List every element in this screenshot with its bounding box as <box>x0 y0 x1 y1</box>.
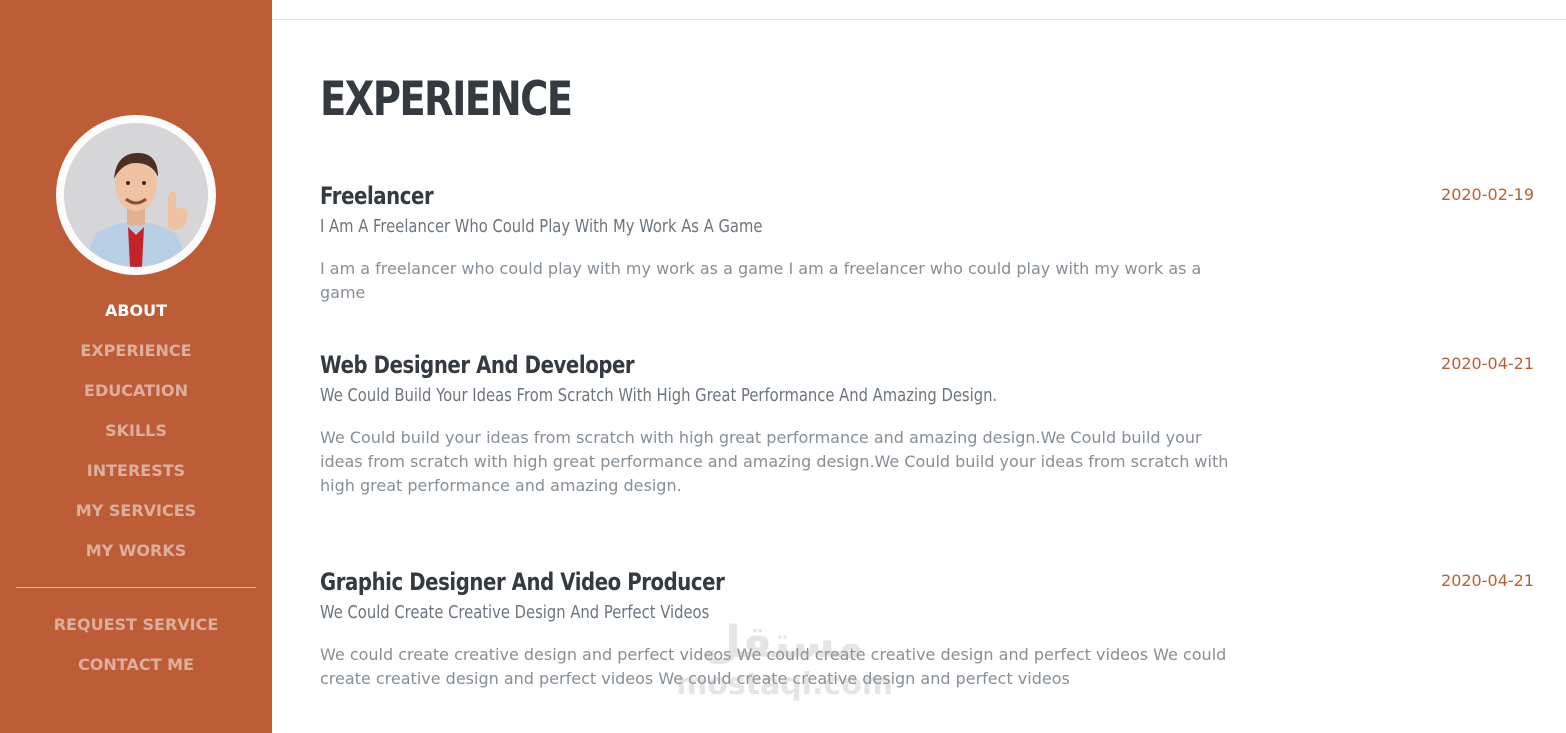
entry-description: We Could build your ideas from scratch w… <box>320 428 1229 495</box>
entry-role: Graphic Designer And Video Producer <box>320 568 725 596</box>
nav-item-interests[interactable]: INTERESTS <box>0 456 272 496</box>
entry-role: Freelancer <box>320 182 434 210</box>
entry-date: 2020-02-19 <box>1441 185 1534 204</box>
sidebar-nav: ABOUT EXPERIENCE EDUCATION SKILLS INTERE… <box>0 296 272 576</box>
top-divider <box>272 19 1566 20</box>
experience-entry: Freelancer I Am A Freelancer Who Could P… <box>320 182 1550 305</box>
entry-date: 2020-04-21 <box>1441 354 1534 373</box>
page-title: EXPERIENCE <box>320 72 573 127</box>
entry-role: Web Designer And Developer <box>320 351 635 379</box>
nav-item-about[interactable]: ABOUT <box>0 296 272 336</box>
nav-item-skills[interactable]: SKILLS <box>0 416 272 456</box>
entry-description: I am a freelancer who could play with my… <box>320 259 1202 302</box>
experience-entry: Graphic Designer And Video Producer We C… <box>320 568 1550 691</box>
entry-description: We could create creative design and perf… <box>320 645 1227 688</box>
nav-item-my-works[interactable]: MY WORKS <box>0 536 272 576</box>
nav-item-education[interactable]: EDUCATION <box>0 376 272 416</box>
profile-photo <box>64 123 208 267</box>
sidebar: ABOUT EXPERIENCE EDUCATION SKILLS INTERE… <box>0 0 272 733</box>
nav-item-experience[interactable]: EXPERIENCE <box>0 336 272 376</box>
sidebar-secondary-nav: REQUEST SERVICE CONTACT ME <box>0 610 272 690</box>
avatar[interactable] <box>56 115 216 275</box>
nav-divider <box>16 587 256 588</box>
entry-date: 2020-04-21 <box>1441 571 1534 590</box>
entry-subtitle: I Am A Freelancer Who Could Play With My… <box>320 216 763 237</box>
experience-entry: Web Designer And Developer We Could Buil… <box>320 351 1550 498</box>
nav-item-request-service[interactable]: REQUEST SERVICE <box>0 610 272 650</box>
nav-item-my-services[interactable]: MY SERVICES <box>0 496 272 536</box>
entry-subtitle: We Could Create Creative Design And Perf… <box>320 602 710 623</box>
nav-item-contact-me[interactable]: CONTACT ME <box>0 650 272 690</box>
entry-subtitle: We Could Build Your Ideas From Scratch W… <box>320 385 998 406</box>
